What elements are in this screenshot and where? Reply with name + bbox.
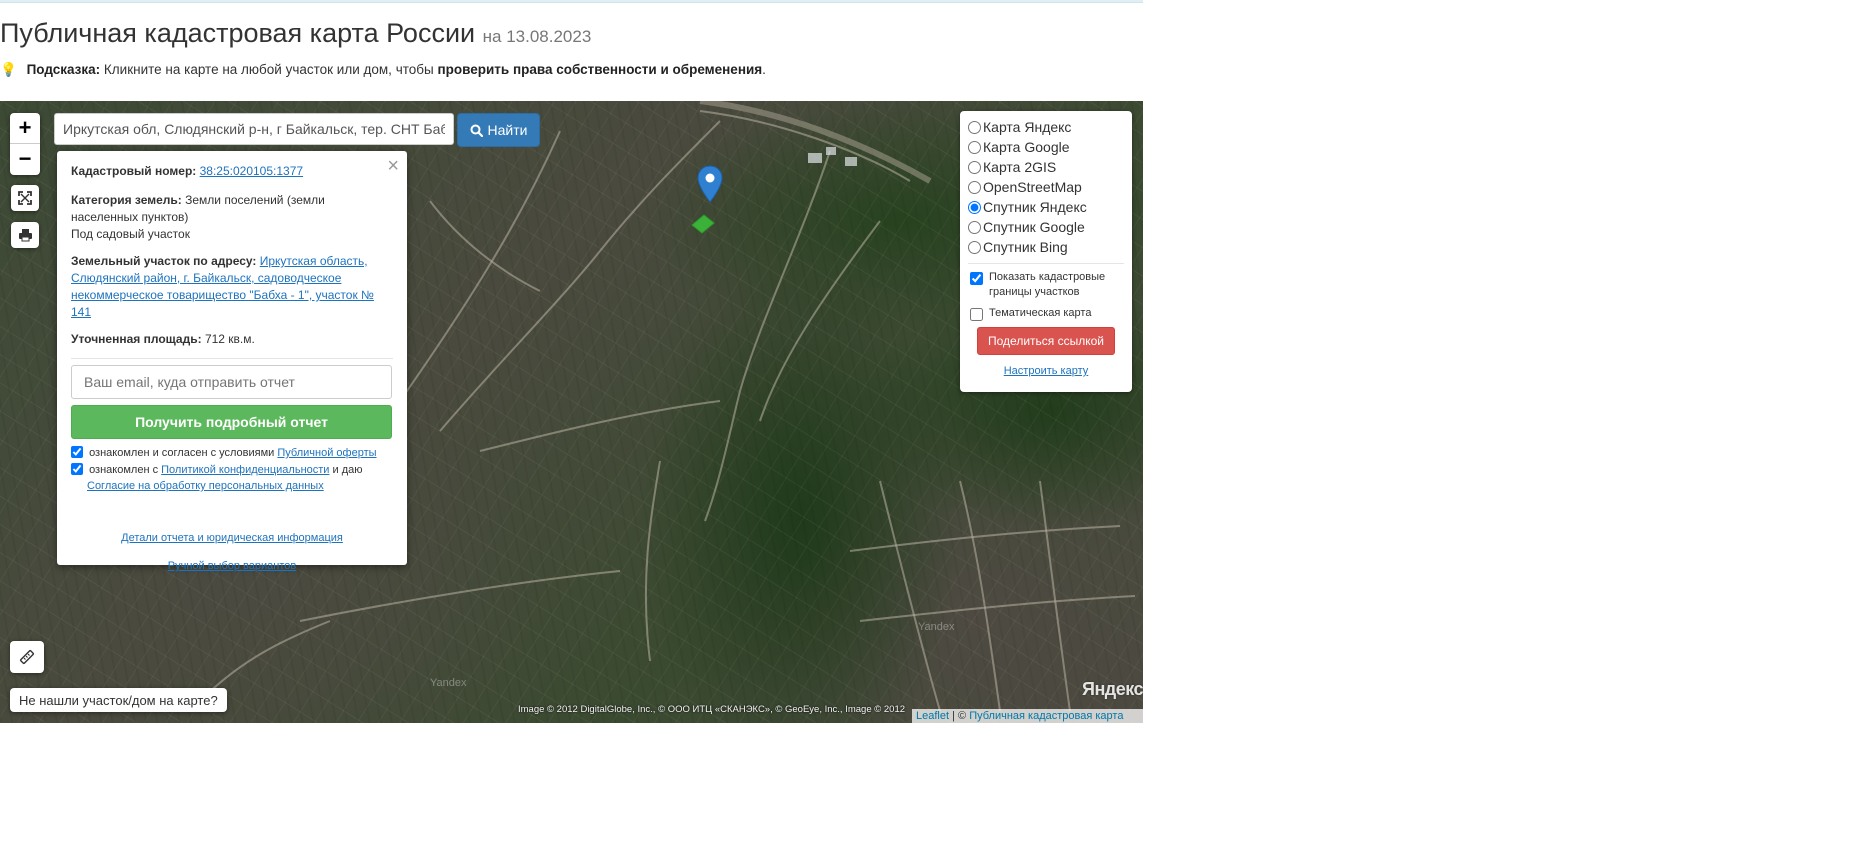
layer-label: Спутник Google — [983, 219, 1085, 235]
selected-parcel[interactable] — [686, 197, 728, 243]
page-title-date: на 13.08.2023 — [482, 27, 592, 46]
print-icon — [18, 229, 32, 242]
page-title: Публичная кадастровая карта России на 13… — [0, 18, 591, 49]
consent-offer-text: ознакомлен и согласен с условиями — [89, 447, 275, 459]
area-value: 712 кв.м. — [204, 332, 255, 346]
cadastral-number-link[interactable]: 38:25:020105:1377 — [200, 164, 303, 178]
layer-label: Спутник Яндекс — [983, 199, 1087, 215]
yandex-logo: Яндекс — [1082, 679, 1143, 699]
hint-label: Подсказка: — [26, 62, 101, 77]
layer-radio-google-map[interactable] — [968, 140, 981, 154]
fullscreen-icon — [18, 191, 32, 205]
map-marker-icon[interactable] — [697, 165, 723, 203]
pkk-link[interactable]: Публичная кадастровая карта — [969, 710, 1123, 722]
print-button[interactable] — [11, 222, 39, 248]
layer-option[interactable]: Спутник Яндекс — [968, 197, 1124, 217]
leaflet-link[interactable]: Leaflet — [916, 710, 949, 722]
layer-label: OpenStreetMap — [983, 179, 1082, 195]
consent-privacy-suffix: и даю — [332, 464, 363, 476]
close-icon[interactable]: × — [387, 155, 399, 178]
zoom-out-button[interactable]: − — [10, 144, 40, 174]
page-title-text: Публичная кадастровая карта России — [0, 18, 476, 48]
yandex-watermark: Yandex — [918, 621, 955, 633]
layer-radio-yandex-map[interactable] — [968, 120, 981, 134]
popup-divider — [71, 358, 393, 359]
zoom-control: + − — [10, 113, 40, 175]
layer-radio-yandex-satellite[interactable] — [968, 200, 981, 214]
manual-link-row: Ручной выбор вариантов — [71, 560, 393, 572]
show-borders-label: Показать кадастровые границы участков — [989, 271, 1106, 298]
consent-privacy-checkbox[interactable] — [71, 463, 83, 475]
land-category-row: Категория земель: Земли поселений (земли… — [71, 192, 393, 226]
area-row: Уточненная площадь: 712 кв.м. — [71, 331, 393, 348]
show-borders-checkbox[interactable] — [970, 272, 983, 285]
fullscreen-button[interactable] — [11, 185, 39, 211]
attribution-separator: | © — [952, 710, 967, 722]
layer-radio-2gis-map[interactable] — [968, 160, 981, 174]
lightbulb-icon: 💡 — [0, 62, 17, 77]
search-button-label: Найти — [487, 122, 528, 138]
land-category-label: Категория земель: — [71, 193, 182, 207]
hint-end: . — [762, 62, 766, 77]
consent-offer-row: ознакомлен и согласен с условиями Публич… — [71, 445, 393, 461]
layer-option[interactable]: Спутник Bing — [968, 237, 1124, 257]
layer-label: Спутник Bing — [983, 239, 1068, 255]
cadastral-number-label: Кадастровый номер: — [71, 164, 197, 178]
search-input[interactable] — [54, 113, 454, 145]
consent-offer-checkbox[interactable] — [71, 446, 83, 458]
share-link-button[interactable]: Поделиться ссылкой — [977, 327, 1115, 355]
top-strip — [0, 0, 1143, 3]
not-found-button[interactable]: Не нашли участок/дом на карте? — [10, 688, 227, 712]
thematic-map-checkbox[interactable] — [970, 308, 983, 321]
land-usage: Под садовый участок — [71, 227, 190, 241]
thematic-map-row[interactable]: Тематическая карта — [968, 306, 1124, 321]
consent-privacy-row: ознакомлен с Политикой конфиденциальност… — [71, 462, 393, 494]
search-icon — [470, 124, 483, 137]
configure-map-link[interactable]: Настроить карту — [968, 365, 1124, 377]
hint: 💡 Подсказка: Кликните на карте на любой … — [0, 62, 766, 78]
layer-option[interactable]: Карта 2GIS — [968, 157, 1124, 177]
manual-selection-link[interactable]: Ручной выбор вариантов — [168, 560, 296, 572]
details-link-row: Детали отчета и юридическая информация — [71, 532, 393, 544]
thematic-map-label: Тематическая карта — [989, 307, 1092, 319]
show-borders-row[interactable]: Показать кадастровые границы участков — [968, 270, 1124, 300]
layer-option[interactable]: Карта Яндекс — [968, 117, 1124, 137]
layer-label: Карта 2GIS — [983, 159, 1057, 175]
layers-panel: Карта Яндекс Карта Google Карта 2GIS Ope… — [960, 111, 1132, 392]
ruler-button[interactable] — [10, 641, 44, 673]
yandex-watermark: Yandex — [430, 677, 467, 689]
area-label: Уточненная площадь: — [71, 332, 202, 346]
get-report-button[interactable]: Получить подробный отчет — [71, 405, 392, 439]
public-offer-link[interactable]: Публичной оферты — [277, 447, 376, 459]
cadastral-number-row: Кадастровый номер: 38:25:020105:1377 — [71, 163, 393, 180]
hint-text: Кликните на карте на любой участок или д… — [103, 62, 434, 77]
address-label: Земельный участок по адресу: — [71, 254, 257, 268]
search-button[interactable]: Найти — [457, 113, 540, 147]
map-attribution: Leaflet | © Публичная кадастровая карта — [912, 709, 1143, 723]
layer-option[interactable]: Спутник Google — [968, 217, 1124, 237]
layer-option[interactable]: OpenStreetMap — [968, 177, 1124, 197]
consent-privacy-text: ознакомлен с — [89, 464, 159, 476]
layer-radio-osm[interactable] — [968, 180, 981, 194]
layer-radio-bing-satellite[interactable] — [968, 240, 981, 254]
map[interactable]: + − Найти × Кадастровый номер: 38:25:020… — [0, 101, 1143, 723]
layer-option[interactable]: Карта Google — [968, 137, 1124, 157]
image-attribution: Image © 2012 DigitalGlobe, Inc., © ООО И… — [518, 704, 906, 715]
layer-label: Карта Google — [983, 139, 1070, 155]
layer-radio-google-satellite[interactable] — [968, 220, 981, 234]
layer-label: Карта Яндекс — [983, 119, 1072, 135]
hint-bold-text: проверить права собственности и обремене… — [437, 62, 763, 77]
email-field[interactable] — [71, 365, 392, 399]
layers-divider — [968, 263, 1124, 264]
zoom-in-button[interactable]: + — [10, 113, 40, 144]
report-details-link[interactable]: Детали отчета и юридическая информация — [121, 532, 343, 544]
ruler-icon — [19, 649, 35, 665]
address-row: Земельный участок по адресу: Иркутская о… — [71, 253, 393, 321]
privacy-policy-link[interactable]: Политикой конфиденциальности — [161, 464, 329, 476]
parcel-info-popup: × Кадастровый номер: 38:25:020105:1377 К… — [57, 151, 407, 572]
personal-data-consent-link[interactable]: Согласие на обработку персональных данны… — [87, 480, 324, 492]
